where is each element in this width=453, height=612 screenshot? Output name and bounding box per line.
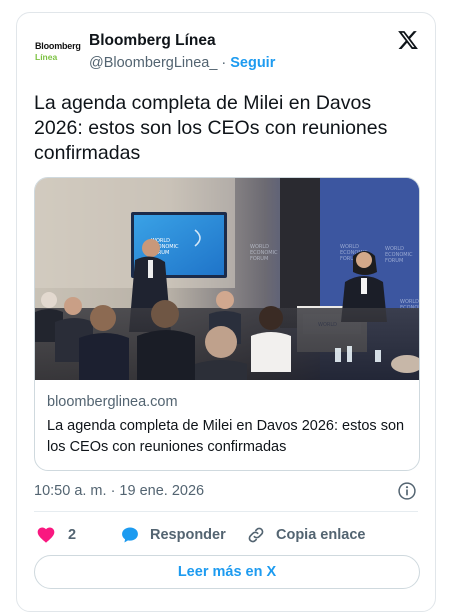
svg-text:FORUM: FORUM [385, 258, 403, 264]
account-avatar-logo[interactable]: Bloomberg Línea [35, 41, 87, 71]
x-logo-icon[interactable] [397, 29, 419, 51]
heart-icon [37, 527, 55, 543]
account-display-name[interactable]: Bloomberg Línea [89, 32, 216, 50]
speech-bubble-icon [122, 527, 138, 543]
link-title[interactable]: La agenda completa de Milei en Davos 202… [47, 416, 409, 458]
like-count: 2 [68, 527, 77, 543]
action-bar: 2 Responder Copia enlace [34, 523, 424, 547]
reply-label: Responder [150, 527, 226, 543]
link-icon [248, 527, 264, 543]
reply-button[interactable]: Responder [120, 523, 226, 547]
account-handle[interactable]: @BloombergLinea_ [89, 55, 217, 71]
svg-text:FORUM: FORUM [250, 256, 268, 262]
follow-button[interactable]: Seguir [230, 55, 275, 71]
link-preview-card[interactable]: WORLD ECONOMIC FORUM WORLD ECONOMIC FORUM WO… [34, 177, 420, 471]
copy-label: Copia enlace [276, 527, 366, 543]
link-card-meta: bloomberglinea.com La agenda completa de… [47, 392, 409, 458]
link-domain: bloomberglinea.com [47, 394, 178, 410]
copy-link-button[interactable]: Copia enlace [246, 523, 365, 547]
tweet-text: La agenda completa de Milei en Davos 202… [34, 92, 388, 164]
tweet-header: Bloomberg Línea Bloomberg Línea @Bloombe… [17, 13, 435, 83]
separator-dot: · [221, 55, 227, 71]
read-more-button[interactable]: Leer más en X [34, 555, 420, 589]
logo-line-2: Línea [35, 52, 58, 62]
account-handle-line: @BloombergLinea_ · Seguir [89, 55, 275, 71]
tweet-card: Bloomberg Línea Bloomberg Línea @Bloombe… [16, 12, 436, 612]
article-photo[interactable]: WORLDECONOMICFORUM WORLDECONOMICFORUM WO… [35, 178, 419, 380]
divider [34, 511, 418, 512]
logo-line-1: Bloomberg [35, 41, 81, 51]
tweet-timestamp[interactable]: 10:50 a. m. · 19 ene. 2026 [34, 483, 204, 499]
info-icon[interactable] [397, 481, 417, 501]
like-button[interactable]: 2 [36, 523, 76, 547]
